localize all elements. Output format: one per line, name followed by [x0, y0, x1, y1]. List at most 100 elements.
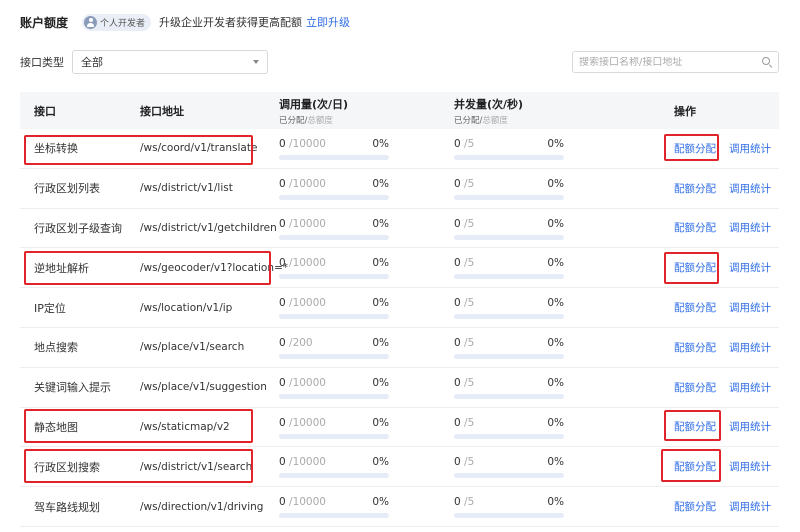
api-path: /ws/district/v1/search [140, 460, 253, 473]
quota-allocate-link[interactable]: 配额分配 [674, 248, 716, 287]
calls-usage: 0 /10000 0% [279, 257, 389, 280]
concurrency-percent: 0% [547, 217, 564, 230]
quota-allocate-link[interactable]: 配额分配 [674, 447, 716, 486]
concurrency-progress-bar [454, 194, 564, 200]
api-name: 逆地址解析 [34, 261, 89, 275]
developer-badge: 个人开发者 [82, 13, 152, 31]
table-row: IP定位/ws/location/v1/ip 0 /10000 0% 0 /5 0% 配额… [20, 288, 779, 328]
table-body: 坐标转换/ws/coord/v1/translate 0 /10000 0% 0 /5… [20, 129, 779, 527]
calls-progress-bar [279, 155, 389, 160]
api-path: /ws/place/v1/search [140, 341, 245, 354]
concurrency-allocated: 0 [454, 456, 461, 469]
concurrency-progress-bar [454, 433, 564, 439]
quota-allocate-link[interactable]: 配额分配 [674, 328, 716, 367]
concurrency-total: /5 [464, 336, 475, 349]
quota-allocate-link[interactable]: 配额分配 [674, 169, 716, 208]
page-title: 账户额度 [20, 15, 69, 30]
concurrency-usage: 0 /5 0% [454, 496, 564, 519]
calls-percent: 0% [372, 297, 389, 310]
concurrency-percent: 0% [547, 257, 564, 270]
quota-allocate-link[interactable]: 配额分配 [674, 408, 716, 447]
concurrency-usage: 0 /5 0% [454, 417, 564, 439]
table-row: 逆地址解析/ws/geocoder/v1?location=* 0 /10000 0… [20, 248, 779, 289]
quota-allocate-link[interactable]: 配额分配 [674, 288, 716, 327]
call-stats-link[interactable]: 调用统计 [729, 129, 771, 168]
calls-total: /10000 [289, 456, 326, 469]
concurrency-progress-bar [454, 473, 564, 479]
calls-usage: 0 /10000 0% [279, 417, 389, 439]
call-stats-link[interactable]: 调用统计 [729, 408, 771, 447]
call-stats-link[interactable]: 调用统计 [729, 169, 771, 208]
col-header-ops: 操作 [674, 104, 696, 118]
calls-progress-bar [279, 234, 389, 240]
concurrency-percent: 0% [547, 416, 564, 429]
concurrency-allocated: 0 [454, 336, 461, 349]
calls-progress-bar [279, 393, 389, 399]
api-name: IP定位 [34, 301, 66, 315]
concurrency-percent: 0% [547, 496, 564, 509]
concurrency-progress-bar [454, 353, 564, 359]
quota-table: 接口 接口地址 调用量(次/日) 已分配/总额度 并发量(次/秒) 已分配/总额… [20, 92, 779, 527]
calls-total: /10000 [289, 496, 326, 509]
call-stats-link[interactable]: 调用统计 [729, 487, 771, 526]
table-row: 坐标转换/ws/coord/v1/translate 0 /10000 0% 0 /5… [20, 129, 779, 169]
concurrency-usage: 0 /5 0% [454, 178, 564, 200]
calls-percent: 0% [372, 376, 389, 389]
calls-progress-bar [279, 513, 389, 519]
call-stats-link[interactable]: 调用统计 [729, 288, 771, 327]
calls-allocated: 0 [279, 416, 286, 429]
concurrency-total: /5 [464, 138, 475, 150]
chevron-down-icon [253, 60, 259, 64]
concurrency-progress-bar [454, 234, 564, 240]
col-header-path: 接口地址 [140, 104, 184, 118]
concurrency-usage: 0 /5 0% [454, 218, 564, 240]
table-row: 行政区划列表/ws/district/v1/list 0 /10000 0% 0 /5… [20, 169, 779, 209]
api-path: /ws/staticmap/v2 [140, 420, 230, 433]
api-path: /ws/district/v1/getchildren [140, 221, 277, 234]
calls-allocated: 0 [279, 138, 286, 150]
calls-total: /10000 [289, 217, 326, 230]
concurrency-usage: 0 /5 0% [454, 456, 564, 479]
table-header: 接口 接口地址 调用量(次/日) 已分配/总额度 并发量(次/秒) 已分配/总额… [20, 92, 779, 129]
api-type-select[interactable]: 全部 [72, 50, 268, 74]
concurrency-usage: 0 /5 0% [454, 297, 564, 320]
calls-allocated: 0 [279, 376, 286, 389]
concurrency-percent: 0% [547, 297, 564, 310]
calls-percent: 0% [372, 257, 389, 270]
concurrency-allocated: 0 [454, 138, 461, 150]
concurrency-percent: 0% [547, 138, 564, 150]
search-icon[interactable] [762, 57, 772, 67]
quota-allocate-link[interactable]: 配额分配 [674, 129, 716, 168]
calls-allocated: 0 [279, 297, 286, 310]
table-row: 关键词输入提示/ws/place/v1/suggestion 0 /10000 0%… [20, 368, 779, 408]
api-name: 驾车路线规划 [34, 500, 100, 514]
call-stats-link[interactable]: 调用统计 [729, 368, 771, 407]
calls-progress-bar [279, 274, 389, 280]
search-input[interactable] [579, 56, 762, 68]
calls-allocated: 0 [279, 336, 286, 349]
concurrency-usage: 0 /5 0% [454, 377, 564, 399]
calls-usage: 0 /10000 0% [279, 297, 389, 320]
call-stats-link[interactable]: 调用统计 [729, 248, 771, 287]
calls-usage: 0 /200 0% [279, 337, 389, 359]
calls-allocated: 0 [279, 496, 286, 509]
call-stats-link[interactable]: 调用统计 [729, 447, 771, 486]
calls-progress-bar [279, 353, 389, 359]
concurrency-total: /5 [464, 177, 475, 190]
calls-usage: 0 /10000 0% [279, 456, 389, 479]
api-name: 行政区划列表 [34, 182, 100, 196]
col-subheader-concurrency: 已分配/总额度 [454, 115, 508, 126]
api-name: 静态地图 [34, 420, 78, 434]
call-stats-link[interactable]: 调用统计 [729, 209, 771, 248]
quota-allocate-link[interactable]: 配额分配 [674, 368, 716, 407]
call-stats-link[interactable]: 调用统计 [729, 328, 771, 367]
api-path: /ws/coord/v1/translate [140, 142, 258, 155]
upgrade-link[interactable]: 立即升级 [306, 14, 350, 30]
table-row: 行政区划搜索/ws/district/v1/search 0 /10000 0% 0 … [20, 447, 779, 488]
calls-allocated: 0 [279, 257, 286, 270]
concurrency-usage: 0 /5 0% [454, 257, 564, 280]
quota-allocate-link[interactable]: 配额分配 [674, 209, 716, 248]
calls-allocated: 0 [279, 177, 286, 190]
concurrency-allocated: 0 [454, 376, 461, 389]
quota-allocate-link[interactable]: 配额分配 [674, 487, 716, 526]
